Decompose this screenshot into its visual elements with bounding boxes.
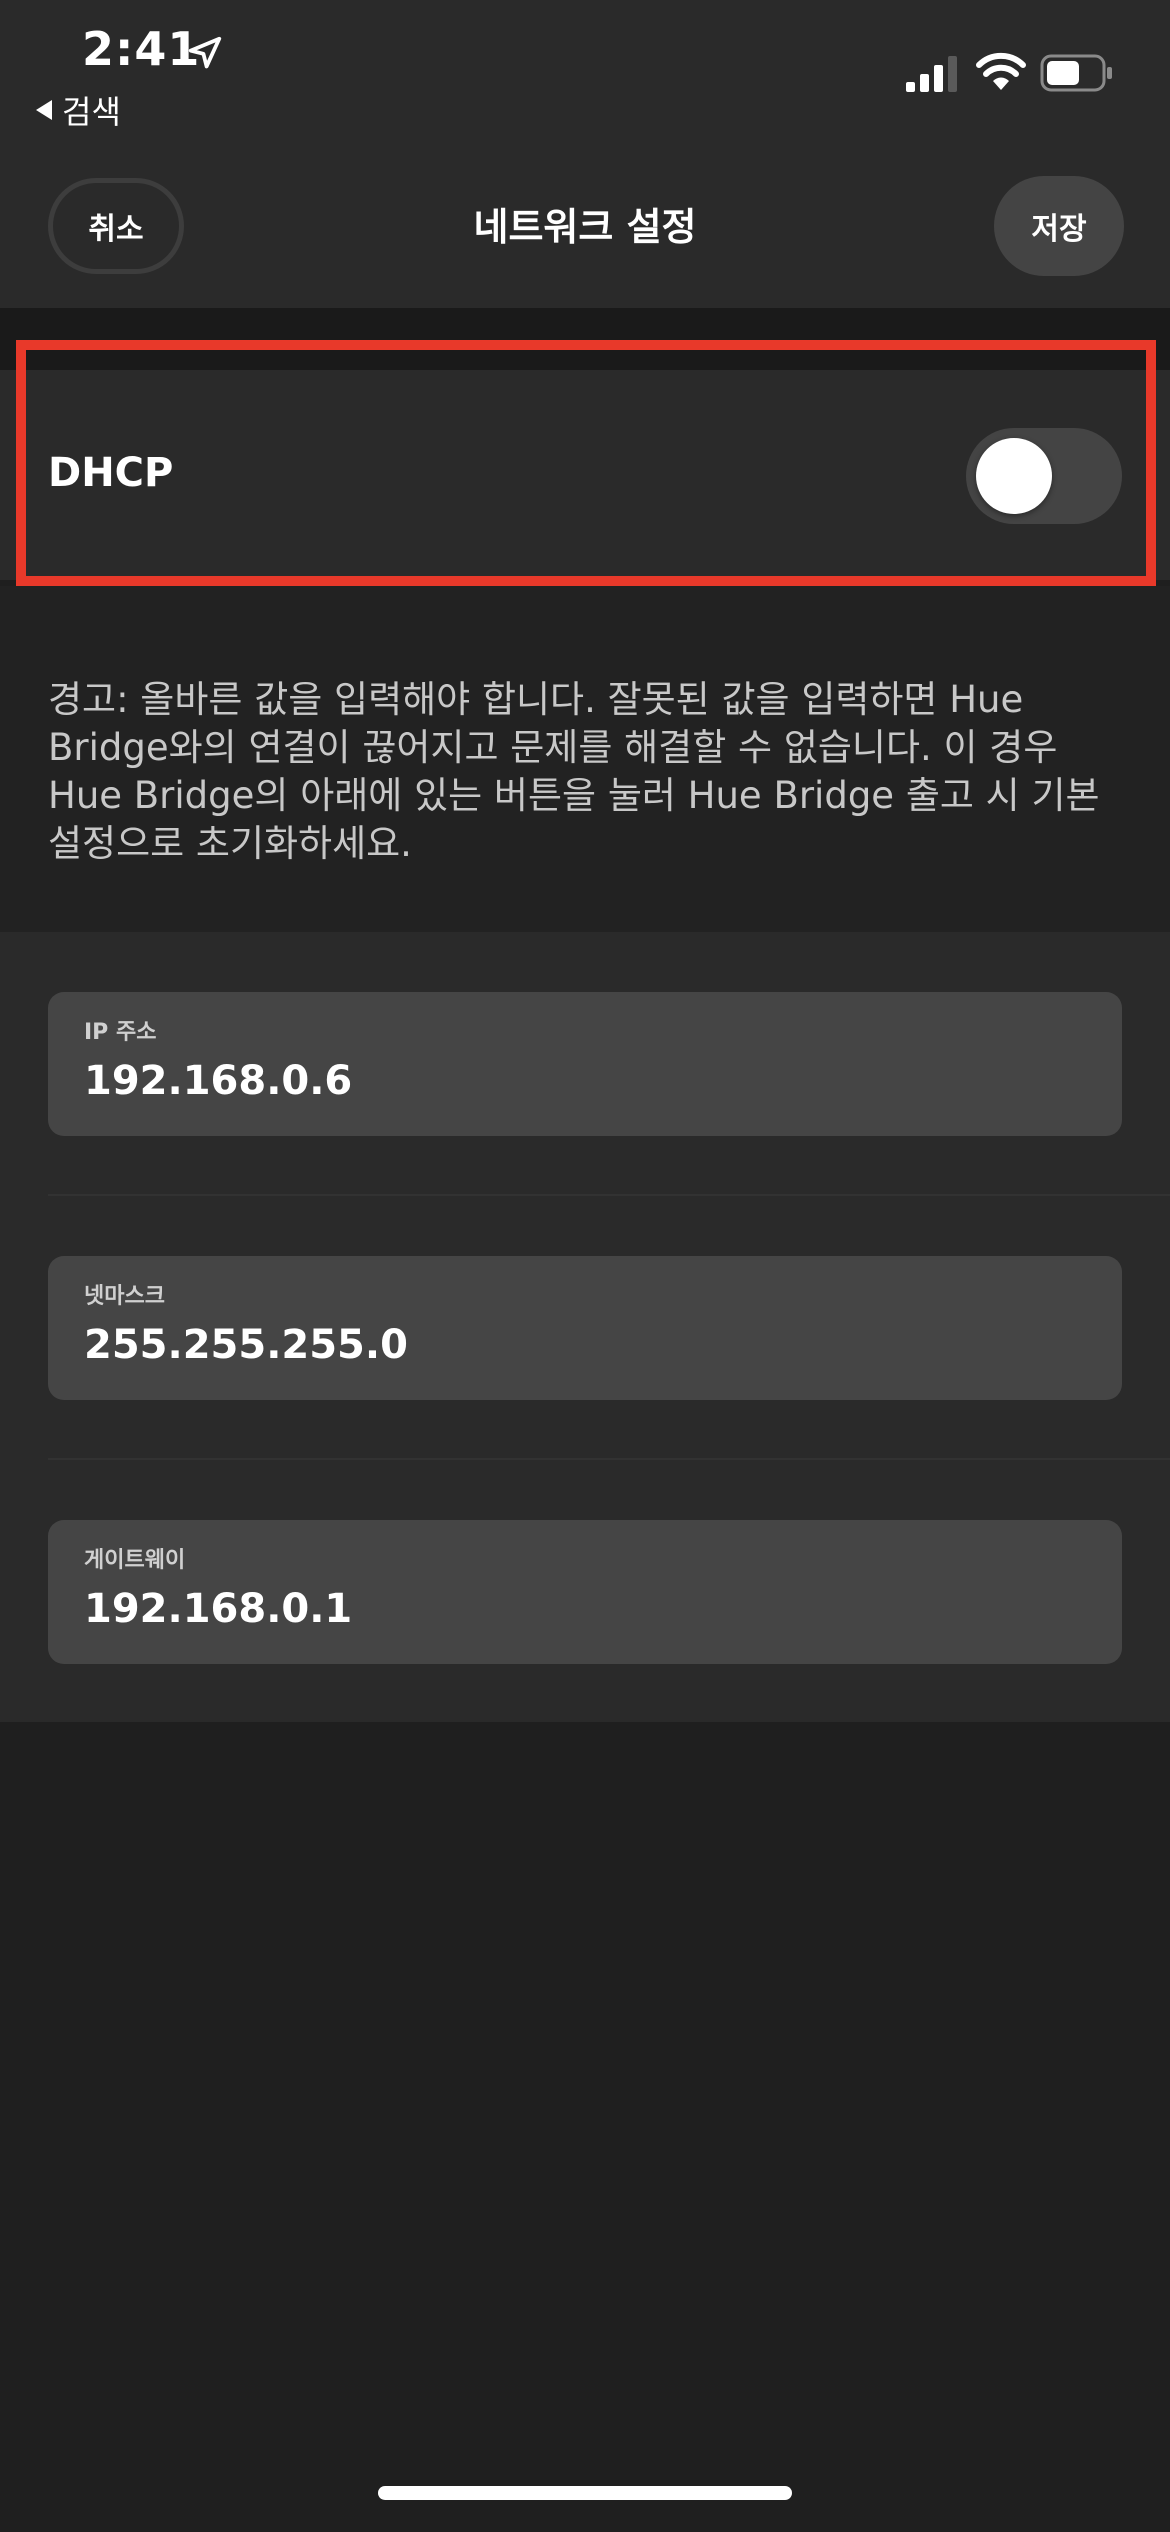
wifi-icon [976,52,1026,90]
field-label: 게이트웨이 [84,1548,186,1573]
back-to-app-label: 검색 [62,93,121,131]
status-bar: 2:41 검색 [0,0,1170,140]
back-caret-icon [36,100,52,120]
battery-icon [1040,54,1112,92]
cellular-signal-icon [906,56,957,92]
home-indicator[interactable] [378,2486,792,2500]
warning-text: 경고: 올바른 값을 입력해야 합니다. 잘못된 값을 입력하면 Hue Bri… [48,678,1100,865]
ip-address-field[interactable]: IP 주소 192.168.0.6 [48,992,1122,1136]
netmask-field[interactable]: 넷마스크 255.255.255.0 [48,1256,1122,1400]
field-divider [48,1458,1170,1460]
field-value: 255.255.255.0 [84,1322,408,1368]
toggle-knob [976,438,1052,514]
field-label: IP 주소 [84,1020,157,1045]
field-label: 넷마스크 [84,1284,165,1309]
warning-area: 경고: 올바른 값을 입력해야 합니다. 잘못된 값을 입력하면 Hue Bri… [0,586,1170,932]
gateway-field[interactable]: 게이트웨이 192.168.0.1 [48,1520,1122,1664]
location-arrow-icon [188,36,222,69]
field-divider [48,1194,1170,1196]
nav-bar: 취소 네트워크 설정 저장 [0,140,1170,308]
status-time: 2:41 [82,22,201,76]
back-to-app-button[interactable]: 검색 [36,88,121,132]
field-value: 192.168.0.1 [84,1586,353,1632]
dhcp-label: DHCP [48,450,174,496]
field-value: 192.168.0.6 [84,1058,353,1104]
save-button[interactable]: 저장 [994,176,1124,276]
dhcp-row: DHCP [0,370,1170,580]
screen: 2:41 검색 취소 네트워크 설정 저장 DHCP 경고: 올바른 값을 입력… [0,0,1170,2532]
section-separator [0,308,1170,370]
dhcp-toggle[interactable] [966,428,1122,524]
network-fields: IP 주소 192.168.0.6 넷마스크 255.255.255.0 게이트… [0,932,1170,1722]
